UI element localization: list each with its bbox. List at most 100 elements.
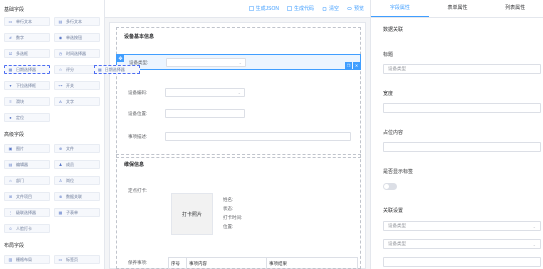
palette-group-basic-title: 基础字段	[4, 7, 25, 13]
canvas-toolbar: 生成JSON 生成代码 清空 预览	[105, 0, 370, 18]
location-icon: ●	[9, 115, 12, 120]
device-location-select[interactable]	[165, 109, 245, 118]
calendar-icon: ▦	[8, 67, 13, 72]
palette-item-date-picker[interactable]: ▦ 日期选择器	[4, 65, 50, 74]
palette-item-multi-text[interactable]: ▤ 多行文本	[54, 17, 100, 26]
component-palette: 基础字段 ▭ 单行文本 ▤ 多行文本 # 数字 ◉ 单选按钮 ☑ 多选框 ◷ 时间选择器 ▦…	[0, 0, 105, 269]
link-select-2[interactable]: 设备类型 ⌄	[383, 239, 541, 249]
textarea-icon: ▤	[58, 19, 63, 24]
maintenance-items-label: 保养事项:	[128, 260, 148, 265]
drag-ghost-date-picker: ▦ 日期选择器	[94, 65, 140, 74]
subform-icon: ▦	[58, 210, 63, 215]
palette-item-radio[interactable]: ◉ 单选按钮	[54, 33, 100, 42]
chevron-down-icon: ⌄	[237, 90, 241, 95]
copy-icon[interactable]: ❐	[345, 62, 352, 69]
clock-icon: ◷	[58, 51, 63, 56]
palette-item-member[interactable]: ♟ 成员	[54, 160, 100, 169]
placeholder-label: 占位内容	[383, 130, 404, 136]
show-label-toggle[interactable]	[383, 183, 397, 190]
editor-icon: ▤	[8, 162, 13, 167]
folder-icon: ⊞	[8, 194, 13, 199]
table-header-content: 事项内容	[187, 258, 267, 269]
palette-item-editor[interactable]: ▤ 编辑器	[4, 160, 50, 169]
palette-item-slider[interactable]: ≡ 滑块	[4, 97, 50, 106]
properties-panel: 字段属性 表单属性 列表属性 数据关联 标题 设备类型 宽度 占位内容 是否显示…	[370, 0, 543, 269]
palette-item-time-picker[interactable]: ◷ 时间选择器	[54, 49, 100, 58]
form-row-device-location: 设备位置:	[116, 106, 361, 122]
device-location-label: 设备位置:	[128, 111, 148, 116]
palette-item-tabs[interactable]: ▭ 标签页	[54, 255, 100, 264]
link-select-1[interactable]: 设备类型 ⌄	[383, 221, 541, 231]
grid-icon: ▥	[8, 257, 13, 262]
palette-item-subform[interactable]: ▦ 子表单	[54, 208, 100, 217]
palette-item-switch[interactable]: ⊶ 开关	[54, 81, 100, 90]
placeholder-input[interactable]	[383, 142, 541, 152]
generate-code-button[interactable]: 生成代码	[287, 5, 314, 12]
palette-item-image[interactable]: ▣ 图片	[4, 144, 50, 153]
info-location: 位置:	[223, 224, 234, 229]
section-title-maintenance: 维保信息	[124, 162, 145, 168]
width-label: 宽度	[383, 91, 394, 97]
preview-button[interactable]: 预览	[347, 5, 364, 12]
tabs-icon: ▭	[58, 257, 63, 262]
palette-group-advanced-title: 高级字段	[4, 132, 25, 138]
title-input[interactable]: 设备类型	[383, 64, 541, 74]
palette-group-layout-title: 布局字段	[4, 243, 25, 249]
palette-item-location[interactable]: ● 定位	[4, 113, 50, 122]
row-actions: ❐ ✕	[345, 62, 360, 69]
form-row-device-type[interactable]: ✥ 设备类型: ⌄ ❐ ✕	[116, 54, 361, 70]
drag-handle-icon[interactable]: ✥	[117, 55, 124, 62]
table-header-index: 序号	[169, 258, 187, 269]
data-link-label: 数据关联	[383, 27, 404, 33]
member-icon: ♟	[58, 162, 63, 167]
checkin-photo[interactable]: 打卡照片	[171, 193, 213, 235]
palette-item-select[interactable]: ▾ 下拉选择框	[4, 81, 50, 90]
palette-item-grid[interactable]: ▥ 栅格布局	[4, 255, 50, 264]
description-input[interactable]	[165, 132, 351, 141]
info-name: 姓名:	[223, 197, 234, 202]
file-icon: ⊕	[58, 146, 63, 151]
palette-item-number[interactable]: # 数字	[4, 33, 50, 42]
link-icon: ⊗	[58, 194, 63, 199]
palette-item-folder[interactable]: ⊞ 文件项目	[4, 192, 50, 201]
star-icon: ☆	[58, 67, 63, 72]
delete-icon[interactable]: ✕	[353, 62, 360, 69]
maintenance-items-field: 保养事项: 序号 事项内容 事项结果	[116, 255, 361, 269]
palette-item-font[interactable]: A 文字	[54, 97, 100, 106]
chevron-down-icon: ⌄	[532, 224, 536, 229]
trash-icon	[322, 7, 327, 11]
palette-item-department[interactable]: ⌂ 部门	[4, 176, 50, 185]
info-time: 打卡时间:	[223, 215, 243, 220]
form-row-description: 事项描述:	[116, 129, 361, 145]
palette-item-data-link[interactable]: ⊗ 数据关联	[54, 192, 100, 201]
palette-item-cascader[interactable]: ⋮ 级联选择器	[4, 208, 50, 217]
width-input[interactable]	[383, 103, 541, 113]
tab-form-properties[interactable]: 表单属性	[429, 0, 487, 17]
tab-list-properties[interactable]: 列表属性	[486, 0, 543, 17]
palette-item-file[interactable]: ⊕ 文件	[54, 144, 100, 153]
number-icon: #	[9, 35, 12, 40]
chevron-down-icon: ⌄	[238, 60, 242, 65]
font-icon: A	[59, 99, 62, 104]
form-container: 设备基本信息 ✥ 设备类型: ⌄ ❐ ✕ 设备编码: ⌄ 设备位置: 事项描述:…	[109, 22, 366, 269]
palette-item-single-text[interactable]: ▭ 单行文本	[4, 17, 50, 26]
eye-icon	[347, 7, 352, 10]
palette-item-position[interactable]: ♙ 岗位	[54, 176, 100, 185]
link-settings-label: 关联设置	[383, 208, 404, 214]
code-icon	[287, 6, 292, 11]
device-code-label: 设备编码:	[128, 90, 148, 95]
toggle-knob	[384, 184, 389, 189]
generate-json-button[interactable]: 生成JSON	[248, 5, 279, 12]
json-icon	[248, 6, 254, 11]
title-label: 标题	[383, 52, 394, 58]
device-code-select[interactable]: ⌄	[165, 88, 245, 97]
slider-icon: ≡	[9, 99, 12, 104]
palette-item-face-checkin[interactable]: ☺ 人脸打卡	[4, 224, 50, 233]
device-type-select[interactable]: ⌄	[166, 58, 246, 67]
tab-field-properties[interactable]: 字段属性	[371, 0, 429, 17]
palette-item-checkbox[interactable]: ☑ 多选框	[4, 49, 50, 58]
link-select-3[interactable]	[383, 257, 541, 267]
clear-button[interactable]: 清空	[322, 5, 339, 12]
switch-icon: ⊶	[58, 83, 63, 88]
properties-tabs: 字段属性 表单属性 列表属性	[371, 0, 543, 18]
